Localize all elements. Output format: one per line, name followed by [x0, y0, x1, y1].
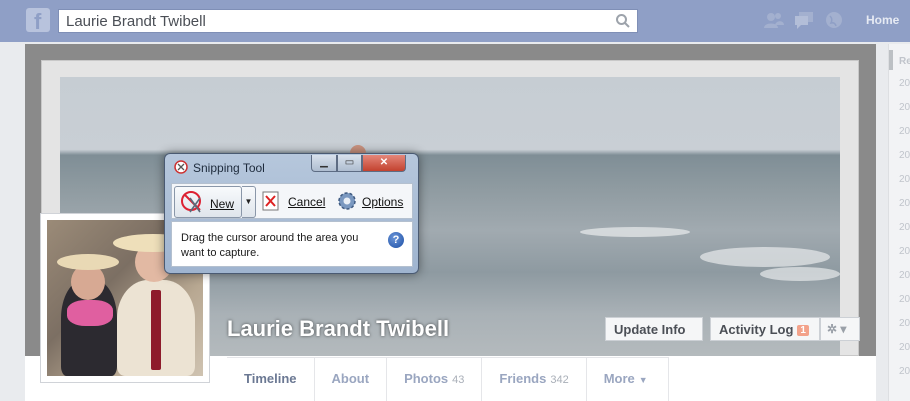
- snip-instructions: Drag the cursor around the area you want…: [171, 221, 413, 267]
- help-icon[interactable]: ?: [388, 232, 404, 248]
- update-info-button[interactable]: Update Info: [605, 317, 703, 341]
- instruction-text: Drag the cursor around the area you want…: [181, 232, 359, 259]
- year-rail: Re 20 20 20 20 20 20 20 20 20 20 20 20 2…: [888, 44, 910, 401]
- tab-label: More: [603, 371, 635, 386]
- snip-mode-dropdown[interactable]: ▼: [242, 186, 256, 218]
- tab-label: Timeline: [244, 371, 297, 386]
- tab-photos[interactable]: Photos 43: [387, 358, 483, 401]
- close-button[interactable]: ✕: [362, 155, 406, 172]
- search-value: Laurie Brandt Twibell: [66, 13, 206, 30]
- rail-item[interactable]: 20: [899, 270, 910, 281]
- rail-item[interactable]: 20: [899, 126, 910, 137]
- new-snip-button[interactable]: New: [174, 186, 242, 218]
- rail-item[interactable]: 20: [899, 246, 910, 257]
- rail-item[interactable]: 20: [899, 198, 910, 209]
- dropdown-arrow-icon: ▼: [244, 197, 253, 206]
- tab-more[interactable]: More ▼: [587, 358, 669, 401]
- tab-label: Friends: [499, 371, 547, 386]
- top-bar: f Laurie Brandt Twibell Home: [0, 0, 910, 42]
- rail-item[interactable]: 20: [899, 366, 910, 377]
- hat-left: [57, 254, 119, 270]
- notifications-globe-icon[interactable]: [824, 11, 844, 29]
- tab-timeline[interactable]: Timeline: [227, 358, 315, 401]
- activity-log-button[interactable]: Activity Log 1: [710, 317, 820, 341]
- tab-friends[interactable]: Friends 342: [482, 358, 587, 401]
- rail-item[interactable]: 20: [899, 294, 910, 305]
- options-gear-icon[interactable]: [336, 190, 358, 212]
- options-button[interactable]: Options: [362, 195, 403, 209]
- tab-label: About: [331, 371, 370, 386]
- tie: [151, 290, 161, 370]
- window-controls: ▁ ▭ ✕: [311, 155, 406, 172]
- snip-toolbar: New ▼ Cancel Options: [171, 183, 413, 219]
- gear-icon: ✲ ▾: [827, 322, 847, 336]
- rail-indicator: [889, 50, 893, 70]
- search-input[interactable]: Laurie Brandt Twibell: [58, 9, 638, 33]
- minimize-icon: ▁: [320, 157, 328, 168]
- scissors-app-icon: [174, 160, 188, 174]
- rail-item[interactable]: 20: [899, 78, 910, 89]
- window-title: Snipping Tool: [193, 161, 265, 175]
- messages-icon[interactable]: [794, 11, 814, 29]
- tab-count: 43: [452, 374, 465, 386]
- home-link[interactable]: Home: [866, 13, 899, 27]
- cover-wave: [760, 267, 840, 281]
- search-icon[interactable]: [615, 13, 631, 29]
- rail-item[interactable]: 20: [899, 150, 910, 161]
- profile-name[interactable]: Laurie Brandt Twibell: [227, 316, 449, 342]
- rail-item[interactable]: 20: [899, 222, 910, 233]
- new-snip-label: New: [210, 197, 235, 211]
- rail-item[interactable]: 20: [899, 174, 910, 185]
- cancel-button[interactable]: Cancel: [288, 195, 325, 209]
- profile-tabs: Timeline About Photos 43 Friends 342 More ▼: [227, 357, 669, 401]
- rail-item[interactable]: 20: [899, 102, 910, 113]
- maximize-button[interactable]: ▭: [337, 155, 362, 172]
- jewel-icons: [764, 11, 844, 29]
- rail-item[interactable]: 20: [899, 318, 910, 329]
- new-snip-icon: [181, 191, 201, 213]
- cover-wave: [700, 247, 830, 267]
- rail-heading[interactable]: Re: [899, 56, 910, 67]
- cancel-icon[interactable]: [262, 191, 280, 211]
- activity-log-label: Activity Log: [719, 322, 794, 337]
- update-info-label: Update Info: [614, 322, 686, 337]
- tab-label: Photos: [404, 371, 449, 386]
- facebook-logo-icon[interactable]: f: [26, 8, 50, 34]
- cover-wave: [580, 227, 690, 237]
- minimize-button[interactable]: ▁: [311, 155, 337, 172]
- activity-badge: 1: [797, 325, 809, 336]
- snipping-tool-window[interactable]: Snipping Tool ▁ ▭ ✕ New ▼ Cancel Options…: [164, 153, 419, 274]
- pink-boa: [67, 300, 113, 326]
- friend-requests-icon[interactable]: [764, 11, 784, 29]
- settings-gear-button[interactable]: ✲ ▾: [820, 317, 860, 341]
- rail-item[interactable]: 20: [899, 342, 910, 353]
- tab-count: 342: [550, 374, 569, 386]
- chevron-down-icon: ▼: [638, 375, 648, 385]
- close-icon: ✕: [379, 157, 389, 168]
- tab-about[interactable]: About: [315, 358, 388, 401]
- maximize-icon: ▭: [344, 157, 355, 168]
